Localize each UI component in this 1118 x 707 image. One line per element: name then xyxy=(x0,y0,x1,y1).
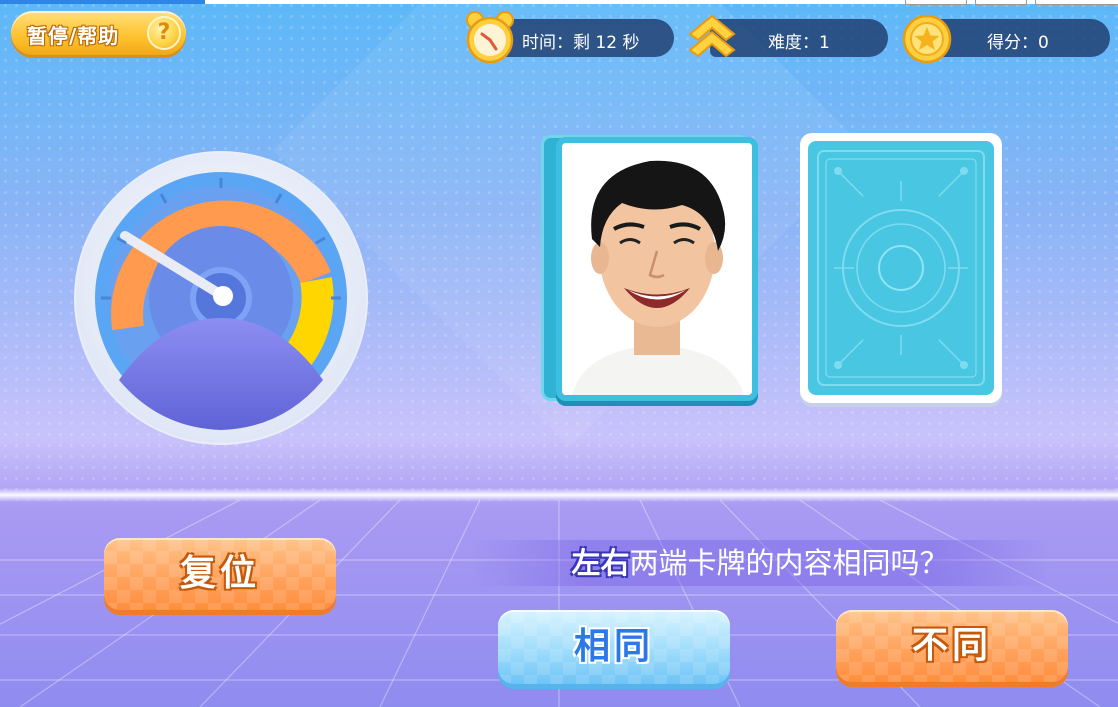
window-top-strip-accent xyxy=(0,0,205,4)
score-pill: 得分：0 xyxy=(925,19,1110,57)
coin-star-icon xyxy=(902,14,952,64)
difficulty-text: 难度：1 xyxy=(768,33,830,53)
different-button-label: 不同 xyxy=(911,625,992,666)
help-icon: ? xyxy=(147,16,181,50)
window-fragment xyxy=(1035,0,1118,5)
reset-button-label: 复位 xyxy=(179,553,260,594)
card-back-pattern xyxy=(808,141,994,395)
timer-text: 时间：剩 12 秒 xyxy=(522,33,640,53)
window-fragment xyxy=(975,0,1027,5)
alarm-clock-icon xyxy=(466,11,514,64)
pause-help-label: 暂停/帮助 xyxy=(27,24,120,48)
different-button[interactable]: 不同 xyxy=(836,610,1068,682)
window-fragment xyxy=(905,0,967,5)
reset-button[interactable]: 复位 xyxy=(104,538,336,610)
question-text: 两端卡牌的内容相同吗？ xyxy=(629,546,949,580)
horizon-glow xyxy=(0,488,1118,502)
right-card-back[interactable] xyxy=(800,133,1002,403)
score-text: 得分：0 xyxy=(987,33,1049,53)
left-face-card[interactable] xyxy=(556,137,758,401)
rank-chevron-icon xyxy=(688,14,736,58)
pause-help-button[interactable]: 暂停/帮助 ? xyxy=(11,11,186,55)
speedometer-gauge xyxy=(74,151,368,445)
question-prompt: 左右两端卡牌的内容相同吗？ xyxy=(470,540,1050,586)
timer-pill: 时间：剩 12 秒 xyxy=(490,19,674,57)
face-photo-image xyxy=(562,143,752,395)
question-highlight: 左右 xyxy=(571,546,630,580)
same-button[interactable]: 相同 xyxy=(498,610,730,684)
same-button-label: 相同 xyxy=(573,626,654,667)
